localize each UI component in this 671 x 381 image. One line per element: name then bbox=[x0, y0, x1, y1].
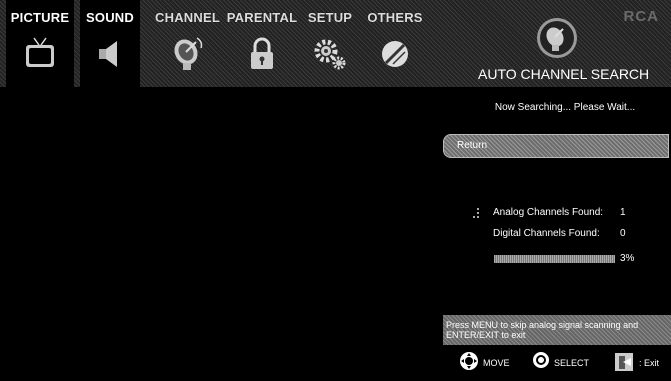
legend-select-label: SELECT bbox=[554, 358, 590, 368]
search-progress-fill bbox=[494, 255, 615, 263]
page-title: AUTO CHANNEL SEARCH bbox=[478, 66, 650, 82]
digital-channels-count: 0 bbox=[620, 228, 626, 239]
analog-channels-row: Analog Channels Found: 1 bbox=[493, 207, 626, 218]
legend-exit-label: : Exit bbox=[639, 358, 660, 368]
analog-channels-count: 1 bbox=[620, 207, 626, 218]
digital-channels-row: Digital Channels Found: 0 bbox=[493, 228, 626, 239]
dpad-icon bbox=[460, 352, 478, 370]
search-progress-bar bbox=[494, 255, 615, 263]
return-label: Return bbox=[457, 140, 488, 151]
lock-icon bbox=[251, 37, 273, 69]
menu-bar: PICTURE SOUND CHANNEL PARENTAL SETUP OTH… bbox=[0, 0, 671, 87]
speaker-icon bbox=[99, 41, 117, 67]
legend-move-label: MOVE bbox=[483, 358, 510, 368]
tab-label: PICTURE bbox=[10, 10, 70, 25]
select-button-icon bbox=[533, 352, 549, 368]
satellite-dish-icon bbox=[173, 37, 202, 70]
search-status: Now Searching... Please Wait... bbox=[494, 102, 636, 113]
satellite-dish-icon bbox=[537, 18, 577, 58]
tab-parental[interactable]: PARENTAL bbox=[226, 0, 298, 87]
tab-label: SOUND bbox=[86, 10, 134, 25]
tab-setup[interactable]: SETUP bbox=[304, 0, 356, 87]
digital-channels-label: Digital Channels Found: bbox=[493, 228, 600, 239]
gears-icon bbox=[314, 39, 346, 70]
selection-marker-icon bbox=[473, 208, 479, 218]
tab-label: OTHERS bbox=[367, 10, 423, 25]
search-progress-value: 3% bbox=[620, 253, 635, 264]
analog-channels-label: Analog Channels Found: bbox=[493, 207, 604, 218]
tab-sound[interactable]: SOUND bbox=[80, 0, 140, 87]
exit-icon bbox=[615, 353, 633, 371]
brand-logo: RCA bbox=[623, 8, 659, 25]
tab-label: CHANNEL bbox=[155, 10, 220, 25]
tab-channel[interactable]: CHANNEL bbox=[150, 0, 225, 87]
help-message: Press MENU to skip analog signal scannin… bbox=[443, 315, 671, 345]
tab-picture[interactable]: PICTURE bbox=[6, 0, 74, 87]
tab-label: PARENTAL bbox=[226, 10, 298, 25]
help-text: Press MENU to skip analog signal scannin… bbox=[446, 320, 639, 340]
tv-icon bbox=[26, 37, 54, 67]
auto-channel-search-screen: PICTURE SOUND CHANNEL PARENTAL SETUP OTH… bbox=[0, 0, 671, 381]
return-button[interactable]: Return bbox=[443, 134, 669, 158]
tab-others[interactable]: OTHERS bbox=[366, 0, 424, 87]
others-icon bbox=[382, 41, 408, 67]
tab-label: SETUP bbox=[307, 10, 353, 25]
